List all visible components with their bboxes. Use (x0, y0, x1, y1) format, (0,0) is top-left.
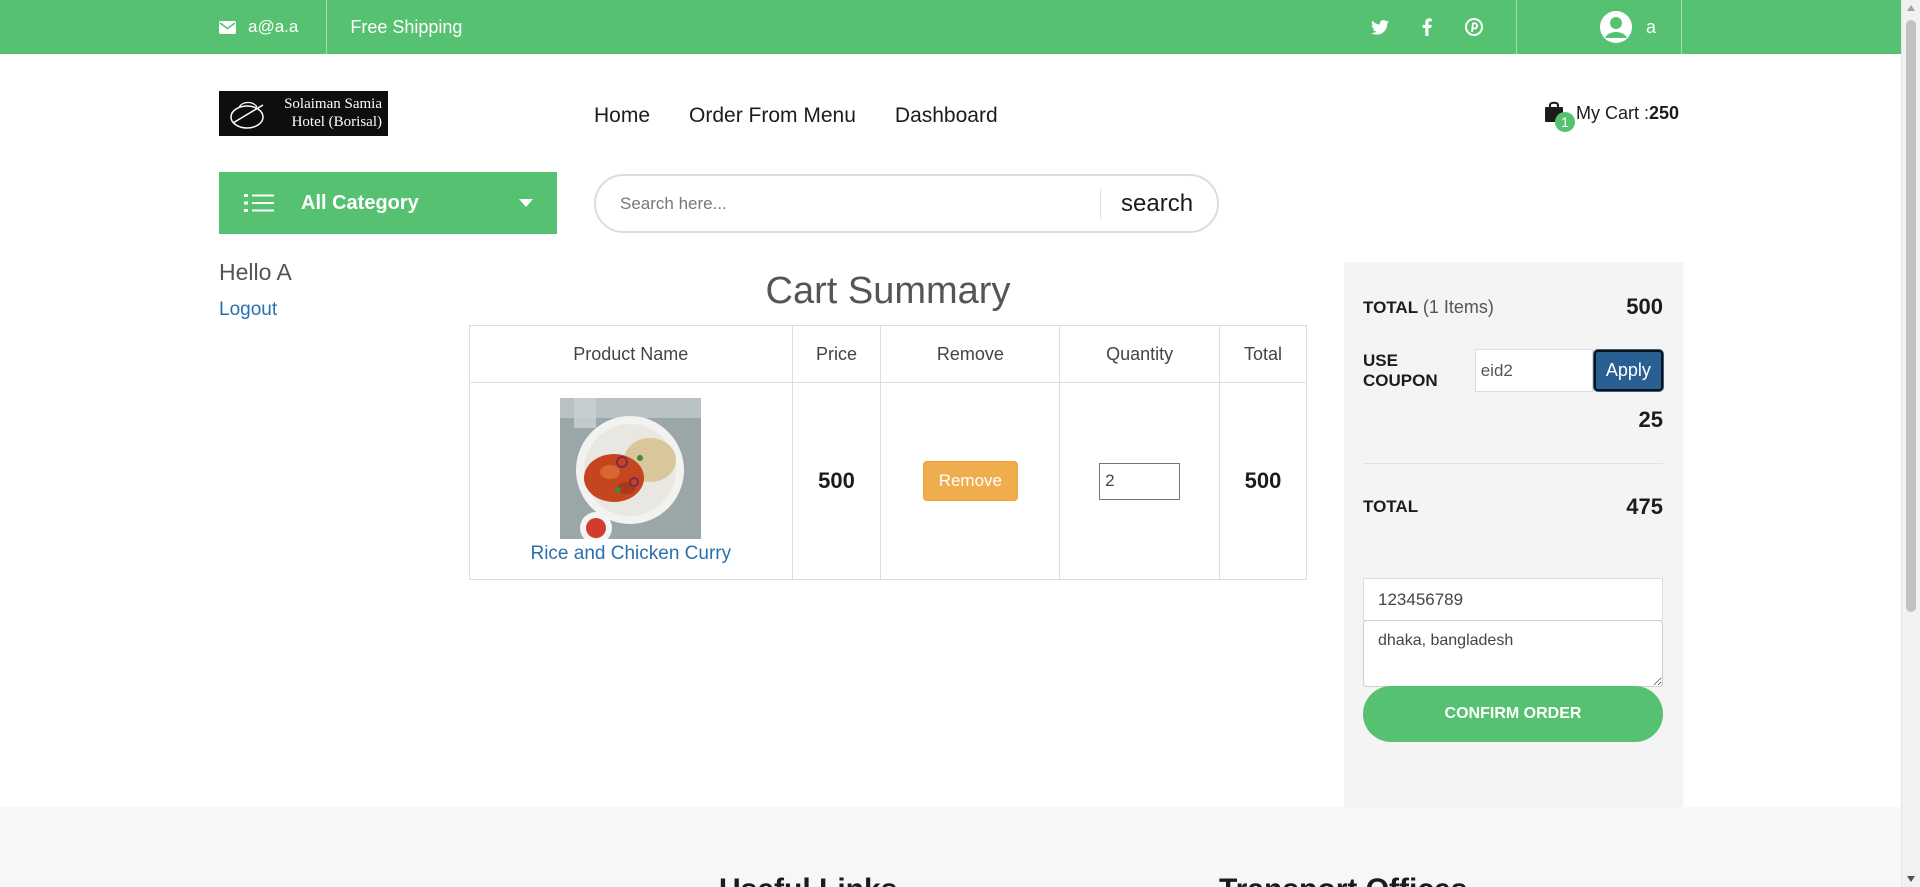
cart-table: Product Name Price Remove Quantity Total (469, 325, 1307, 580)
greeting-text: Hello A (219, 259, 292, 285)
scroll-up-icon[interactable] (1907, 5, 1915, 11)
discount-value: 25 (1638, 407, 1663, 432)
subtotal-row: TOTAL (1 Items) 500 (1363, 294, 1663, 320)
shopping-bag-icon: 1 (1544, 100, 1575, 132)
my-cart[interactable]: 1 My Cart : 250 (1544, 100, 1680, 132)
all-category-dropdown[interactable]: All Category (219, 172, 557, 234)
phone-input[interactable] (1363, 578, 1663, 621)
top-bar-left: a@a.a Free Shipping (219, 0, 462, 54)
top-bar-email: a@a.a (219, 0, 328, 54)
divider (1363, 463, 1663, 464)
search-bar: search (594, 174, 1219, 233)
remove-button[interactable]: Remove (922, 461, 1019, 501)
grand-total-row: TOTAL 475 (1363, 494, 1663, 520)
total-cell: 500 (1219, 382, 1307, 580)
coupon-label: USE COUPON (1363, 350, 1438, 390)
envelope-icon (219, 20, 236, 34)
subtotal-label: TOTAL (1 Items) (1363, 297, 1494, 318)
logo-mark (230, 101, 264, 129)
quantity-cell (1059, 382, 1221, 580)
user-name: a (1646, 16, 1657, 37)
quantity-input[interactable] (1099, 462, 1181, 500)
column-header: Total (1219, 325, 1307, 383)
footer: Useful Links Transport Offices (0, 807, 1901, 887)
total-label: TOTAL (1363, 297, 1419, 317)
nav-order-from-menu[interactable]: Order From Menu (689, 104, 856, 128)
remove-cell: Remove (880, 382, 1061, 580)
nav-home[interactable]: Home (594, 104, 650, 128)
product-cell: Rice and Chicken Curry (469, 382, 793, 580)
subtotal-value: 500 (1626, 294, 1663, 319)
twitter-icon[interactable] (1370, 17, 1390, 37)
nav-dashboard[interactable]: Dashboard (895, 104, 998, 128)
scroll-thumb[interactable] (1906, 20, 1916, 612)
user-avatar-icon (1600, 11, 1632, 43)
address-textarea[interactable]: dhaka, bangladesh (1363, 620, 1663, 687)
confirm-order-button[interactable]: CONFIRM ORDER (1363, 686, 1663, 742)
column-header: Quantity (1059, 325, 1221, 383)
list-icon (244, 194, 274, 212)
product-image[interactable] (560, 397, 702, 539)
footer-heading-transport-offices: Transport Offices (1219, 873, 1467, 887)
table-row: Rice and Chicken Curry 500 Remove 500 (469, 382, 1307, 580)
caret-down-icon (519, 199, 533, 207)
apply-coupon-button[interactable]: Apply (1593, 350, 1663, 391)
all-category-label: All Category (301, 191, 419, 214)
footer-heading-useful-links: Useful Links (719, 873, 897, 887)
user-menu[interactable]: a (1600, 0, 1682, 54)
email-text: a@a.a (248, 17, 299, 36)
page-title: Cart Summary (765, 270, 1011, 312)
column-header: Product Name (469, 325, 793, 383)
cart-amount: 250 (1649, 102, 1680, 123)
order-summary-panel: TOTAL (1 Items) 500 USE COUPON Apply 25 … (1344, 262, 1683, 807)
coupon-input[interactable] (1474, 349, 1593, 392)
price-cell: 500 (791, 382, 882, 580)
facebook-icon[interactable] (1417, 17, 1437, 37)
items-count: (1 Items) (1422, 296, 1494, 317)
coupon-row: USE COUPON Apply (1363, 349, 1663, 392)
search-button[interactable]: search (1121, 190, 1193, 218)
product-name-link[interactable]: Rice and Chicken Curry (470, 543, 792, 565)
search-divider (1100, 188, 1101, 219)
row-total-value: 500 (1244, 468, 1282, 493)
search-input[interactable] (620, 193, 1100, 214)
top-bar: a@a.a Free Shipping a (0, 0, 1901, 54)
cart-count-badge: 1 (1555, 112, 1575, 132)
pinterest-icon[interactable] (1464, 17, 1484, 37)
grand-total-label: TOTAL (1363, 497, 1419, 516)
scroll-down-icon[interactable] (1907, 876, 1915, 882)
main-nav: Home Order From Menu Dashboard (594, 104, 998, 128)
column-header: Remove (880, 325, 1061, 383)
table-header-row: Product Name Price Remove Quantity Total (469, 325, 1307, 383)
social-links (1370, 0, 1517, 54)
site-logo[interactable]: Solaiman Samia Hotel (Borisal) (219, 91, 388, 136)
logout-link[interactable]: Logout (219, 299, 277, 321)
cart-label: My Cart : (1576, 102, 1650, 123)
free-shipping-text: Free Shipping (350, 16, 463, 37)
column-header: Price (791, 325, 882, 383)
page-scrollbar[interactable] (1901, 0, 1920, 887)
grand-total-value: 475 (1626, 494, 1663, 519)
price-value: 500 (818, 468, 855, 493)
